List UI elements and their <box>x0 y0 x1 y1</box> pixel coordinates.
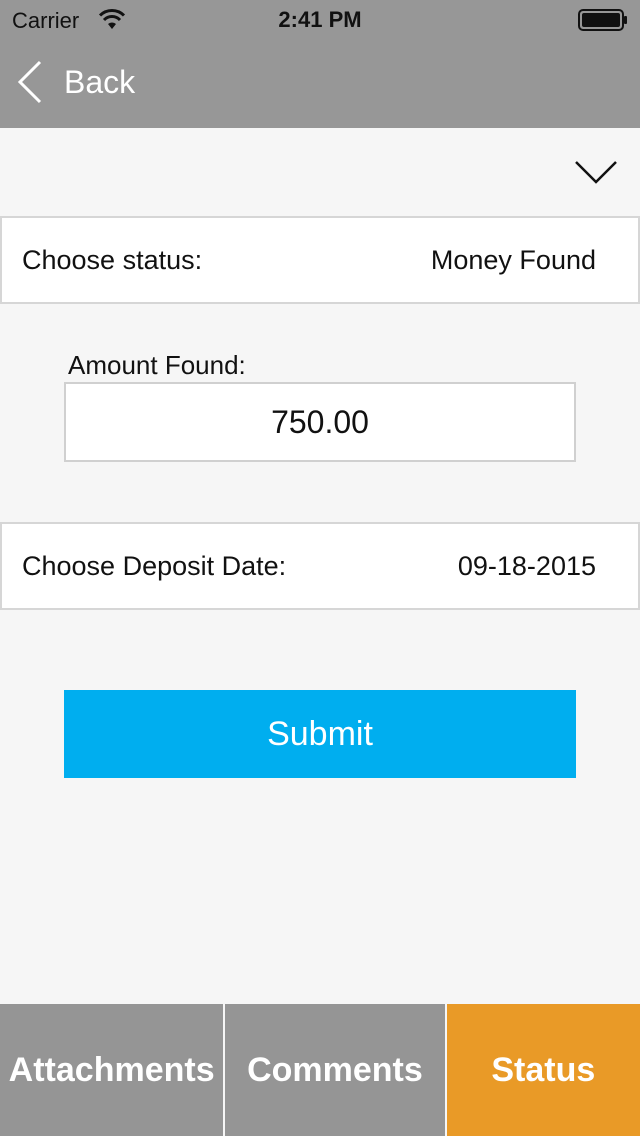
chevron-left-icon <box>17 60 42 104</box>
tab-status[interactable]: Status <box>446 1004 640 1136</box>
tab-bar: Attachments Comments Status <box>0 1004 640 1136</box>
deposit-date-selector[interactable]: Choose Deposit Date: 09-18-2015 <box>0 522 640 610</box>
amount-label: Amount Found: <box>68 350 246 380</box>
clock: 2:41 PM <box>278 7 362 32</box>
status-bar: Carrier 2:41 PM <box>0 0 640 40</box>
top-bar: Carrier 2:41 PM Back <box>0 0 640 128</box>
status-label: Choose status: <box>22 244 203 275</box>
status-selector[interactable]: Choose status: Money Found <box>0 216 640 304</box>
tab-comments[interactable]: Comments <box>225 1004 445 1136</box>
back-label: Back <box>64 63 136 100</box>
deposit-date-value: 09-18-2015 <box>457 550 596 581</box>
battery-icon <box>578 9 627 31</box>
collapse-button[interactable] <box>572 152 620 192</box>
deposit-date-label: Choose Deposit Date: <box>22 550 287 581</box>
chevron-down-icon <box>575 161 617 184</box>
back-button[interactable]: Back <box>14 58 174 106</box>
tab-attachments[interactable]: Attachments <box>0 1004 224 1136</box>
submit-button[interactable]: Submit <box>64 690 576 778</box>
navigation-bar: Back <box>0 40 640 128</box>
amount-input[interactable] <box>64 382 576 462</box>
status-value: Money Found <box>430 244 596 275</box>
